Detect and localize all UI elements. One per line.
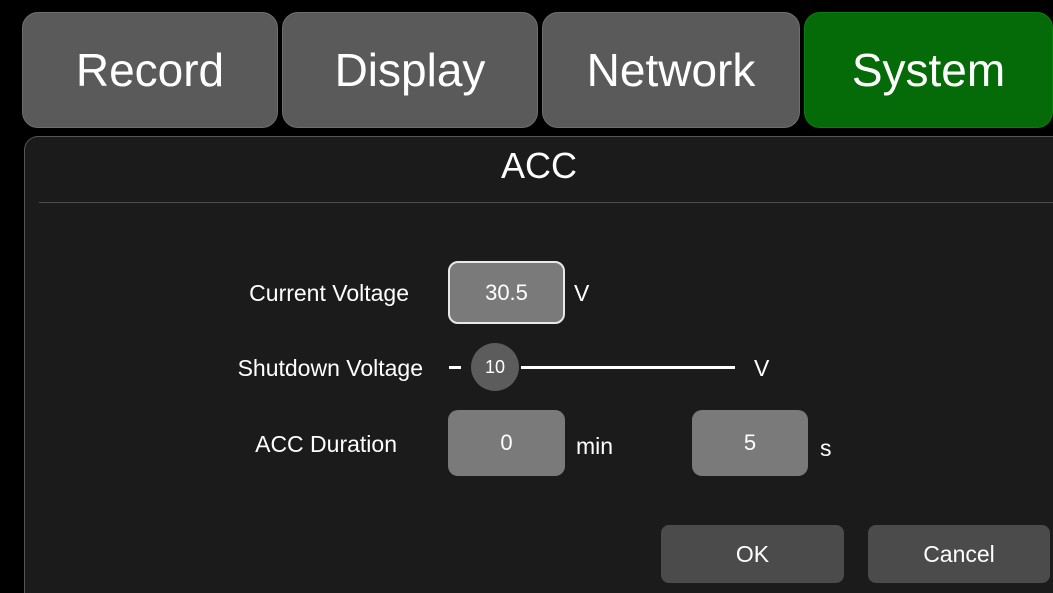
minutes-unit: min [576,433,614,459]
tab-display[interactable]: Display [282,12,538,128]
current-voltage-field[interactable]: 30.5 [448,261,565,324]
acc-panel: ACC Current Voltage 30.5 V Shutdown Volt… [24,136,1053,593]
shutdown-voltage-label: Shutdown Voltage [237,355,423,381]
shutdown-voltage-unit: V [754,355,770,381]
title-divider [39,202,1053,203]
seconds-unit: s [820,435,832,461]
acc-duration-minutes-field[interactable]: 0 [448,410,565,476]
panel-title: ACC [500,145,577,186]
current-voltage-unit: V [574,280,590,306]
tab-record[interactable]: Record [22,12,278,128]
acc-duration-label: ACC Duration [255,431,397,457]
slider-track-right[interactable] [521,366,735,369]
slider-track-left [449,366,461,369]
tab-system[interactable]: System [804,12,1053,128]
acc-duration-seconds-field[interactable]: 5 [692,410,808,476]
ok-button[interactable]: OK [661,525,844,583]
cancel-button[interactable]: Cancel [868,525,1050,583]
tab-network[interactable]: Network [542,12,800,128]
acc-settings-screen: Record Display Network System ACC Curren… [0,0,1053,593]
current-voltage-label: Current Voltage [249,280,409,306]
shutdown-voltage-slider-thumb[interactable]: 10 [471,343,519,391]
